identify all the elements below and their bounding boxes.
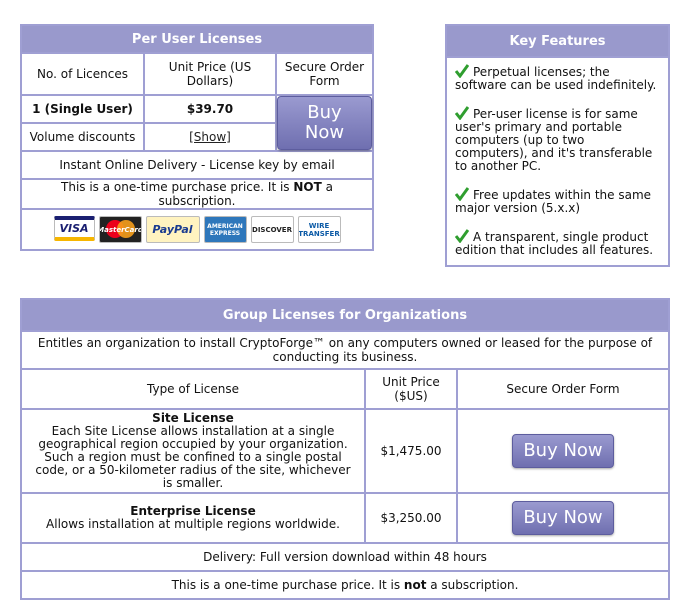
enterprise-license-price: $3,250.00 <box>364 492 458 544</box>
enterprise-buy-now-button[interactable]: Buy Now <box>512 501 614 535</box>
check-icon <box>455 229 469 243</box>
onetime-text-pre: This is a one-time purchase price. It is <box>61 180 294 194</box>
discover-logo: DISCOVER <box>250 216 294 243</box>
onetime-note: This is a one-time purchase price. It is… <box>20 178 374 210</box>
group-intro: Entitles an organization to install Cryp… <box>20 330 670 370</box>
visa-logo: VISA <box>53 216 95 241</box>
single-user-price: $39.70 <box>143 94 277 124</box>
single-user-label: 1 (Single User) <box>20 94 145 124</box>
site-license-desc: Each Site License allows installation at… <box>35 424 351 490</box>
key-features-table: Key Features Perpetual licenses; the sof… <box>445 24 670 267</box>
feature-item: Perpetual licenses; the software can be … <box>455 64 657 92</box>
enterprise-license-desc: Allows installation at multiple regions … <box>46 517 340 531</box>
feature-item: Free updates within the same major versi… <box>455 187 652 215</box>
onetime-text-bold: NOT <box>293 180 322 194</box>
site-buy-now-button[interactable]: Buy Now <box>512 434 614 468</box>
key-features-title: Key Features <box>445 24 670 58</box>
check-icon <box>455 106 469 120</box>
feature-item: Per-user license is for same user's prim… <box>455 106 653 173</box>
check-icon <box>455 64 469 78</box>
col-unit-price-header: Unit Price (US Dollars) <box>143 52 277 96</box>
group-licenses-table: Group Licenses for Organizations Entitle… <box>20 298 670 600</box>
group-onetime-note: This is a one-time purchase price. It is… <box>20 570 670 600</box>
per-user-title: Per User Licenses <box>20 24 374 54</box>
group-onetime-bold: not <box>403 578 427 592</box>
group-onetime-post: a subscription. <box>426 578 519 592</box>
volume-discounts-label: Volume discounts <box>20 122 145 152</box>
col-price-header: Unit Price ($US) <box>364 368 458 410</box>
payment-logos-cell: VISA MasterCard PayPal AMERICAN EXPRESS … <box>20 208 374 251</box>
site-license-cell: Site License Each Site License allows in… <box>20 408 366 494</box>
paypal-logo: PayPal <box>145 216 200 243</box>
delivery-info: Instant Online Delivery - License key by… <box>20 150 374 180</box>
col-type-header: Type of License <box>20 368 366 410</box>
feature-item: A transparent, single product edition th… <box>455 229 654 257</box>
key-features-list: Perpetual licenses; the software can be … <box>445 56 670 267</box>
show-volume-link[interactable]: [Show] <box>189 130 231 144</box>
site-license-title: Site License <box>152 411 234 425</box>
amex-logo: AMERICAN EXPRESS <box>203 216 247 243</box>
group-title: Group Licenses for Organizations <box>20 298 670 332</box>
enterprise-license-cell: Enterprise License Allows installation a… <box>20 492 366 544</box>
wire-transfer-logo: WIRE TRANSFER <box>297 216 341 243</box>
per-user-licenses-table: Per User Licenses No. of Licences Unit P… <box>20 24 374 251</box>
enterprise-license-title: Enterprise License <box>130 504 256 518</box>
group-delivery-info: Delivery: Full version download within 4… <box>20 542 670 572</box>
buy-now-cell: Buy Now <box>275 94 374 152</box>
check-icon <box>455 187 469 201</box>
col-order-header: Secure Order Form <box>456 368 670 410</box>
col-licences-header: No. of Licences <box>20 52 145 96</box>
group-onetime-pre: This is a one-time purchase price. It is <box>171 578 404 592</box>
buy-now-button[interactable]: Buy Now <box>277 96 372 150</box>
col-order-header: Secure Order Form <box>275 52 374 96</box>
site-license-price: $1,475.00 <box>364 408 458 494</box>
mastercard-logo: MasterCard <box>98 216 142 243</box>
